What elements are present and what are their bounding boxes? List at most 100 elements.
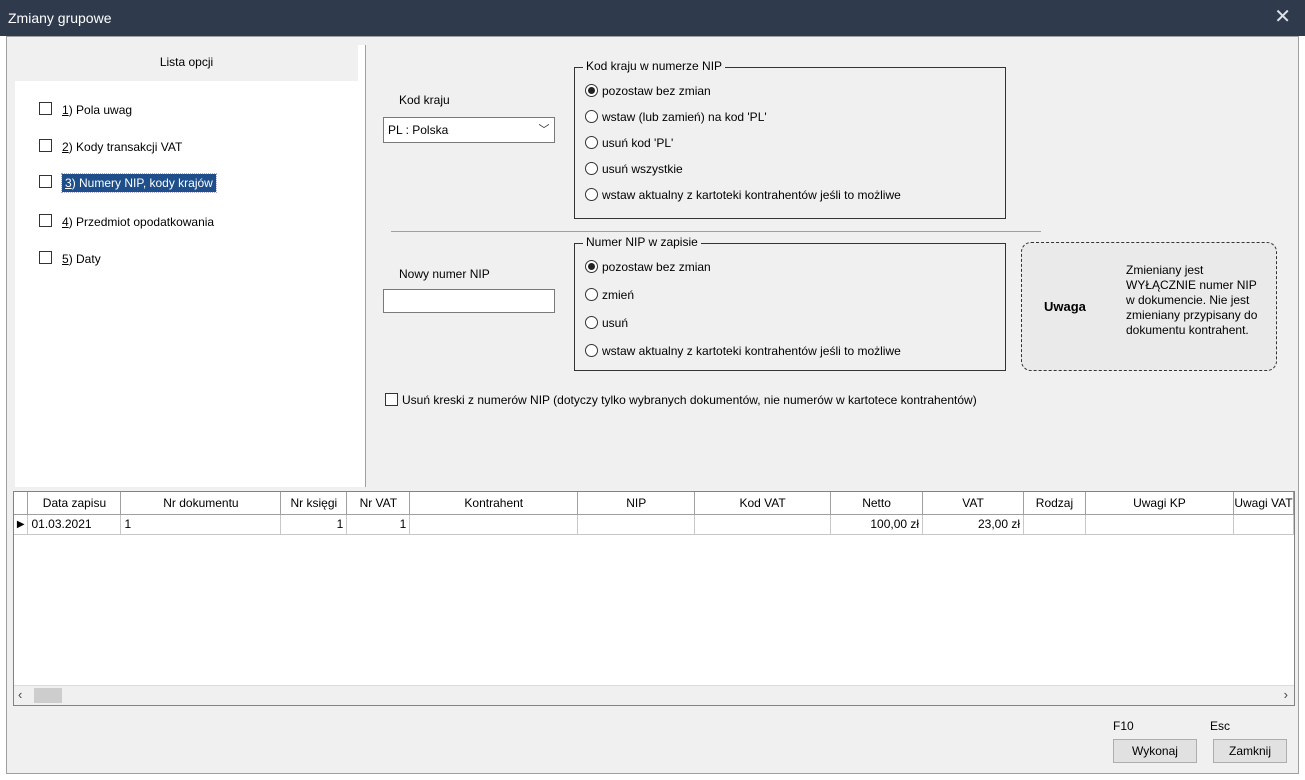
radio-country-remove-all[interactable]: usuń wszystkie bbox=[585, 160, 683, 178]
table-cell[interactable] bbox=[1085, 514, 1234, 535]
table-cell[interactable]: 1 bbox=[120, 514, 282, 535]
column-header[interactable]: Kontrahent bbox=[409, 492, 579, 515]
documents-grid[interactable]: Data zapisu Nr dokumentu Nr księgi Nr VA… bbox=[13, 491, 1295, 706]
radio-icon[interactable] bbox=[585, 84, 598, 98]
close-shortcut: Esc bbox=[1210, 719, 1231, 733]
note-title: Uwaga bbox=[1044, 299, 1086, 314]
table-row[interactable]: ▶ 01.03.2021 1 1 1 100,00 zł 23,00 zł bbox=[14, 514, 1294, 535]
radio-icon[interactable] bbox=[585, 316, 598, 330]
option-numery-nip[interactable]: 3) Numery NIP, kody krajów bbox=[39, 171, 220, 193]
option-checkbox[interactable] bbox=[39, 251, 52, 265]
table-header-row: Data zapisu Nr dokumentu Nr księgi Nr VA… bbox=[14, 492, 1294, 515]
title-bar: Zmiany grupowe ✕ bbox=[0, 0, 1305, 36]
nip-input[interactable] bbox=[383, 289, 555, 313]
radio-country-remove-pl[interactable]: usuń kod 'PL' bbox=[585, 134, 673, 152]
radio-icon[interactable] bbox=[585, 188, 598, 202]
radio-icon[interactable] bbox=[585, 344, 598, 358]
remove-dashes-checkbox[interactable]: Usuń kreski z numerów NIP (dotyczy tylko… bbox=[385, 393, 977, 407]
option-key: 3 bbox=[65, 175, 72, 190]
table-cell[interactable]: 100,00 zł bbox=[830, 514, 924, 535]
option-label: ) Numery NIP, kody krajów bbox=[71, 175, 213, 190]
radio-icon[interactable] bbox=[585, 110, 598, 124]
option-kody-transakcji-vat[interactable]: 2) Kody transakcji VAT bbox=[39, 135, 186, 157]
warning-note: Uwaga Zmieniany jest WYŁĄCZNIE numer NIP… bbox=[1021, 242, 1277, 371]
radio-label: zmień bbox=[602, 288, 635, 302]
table-cell[interactable]: 01.03.2021 bbox=[27, 514, 122, 535]
radio-nip-remove[interactable]: usuń bbox=[585, 314, 628, 332]
option-daty[interactable]: 5) Daty bbox=[39, 247, 105, 269]
column-header[interactable]: VAT bbox=[922, 492, 1024, 515]
option-key: 4 bbox=[62, 214, 69, 229]
country-select-value: PL : Polska bbox=[388, 123, 449, 137]
chevron-right-icon[interactable]: › bbox=[1284, 687, 1288, 702]
dialog-body: Lista opcji 1) Pola uwag 2) Kody transak… bbox=[6, 36, 1299, 774]
radio-icon[interactable] bbox=[585, 162, 598, 176]
radio-label: pozostaw bez zmian bbox=[602, 260, 711, 274]
close-icon[interactable]: ✕ bbox=[1274, 4, 1291, 29]
country-select[interactable]: PL : Polska ﹀ bbox=[383, 117, 555, 143]
option-label: ) Kody transakcji VAT bbox=[68, 139, 183, 154]
radio-nip-keep[interactable]: pozostaw bez zmian bbox=[585, 258, 711, 276]
radio-label: usuń kod 'PL' bbox=[602, 136, 674, 150]
column-header[interactable]: Data zapisu bbox=[27, 492, 122, 515]
radio-country-from-registry[interactable]: wstaw aktualny z kartoteki kontrahentów … bbox=[585, 186, 901, 204]
column-header[interactable]: Kod VAT bbox=[694, 492, 832, 515]
country-label: Kod kraju bbox=[399, 93, 450, 107]
table-cell[interactable] bbox=[1233, 514, 1294, 535]
column-header[interactable]: Netto bbox=[830, 492, 924, 515]
radio-label: wstaw aktualny z kartoteki kontrahentów … bbox=[602, 188, 901, 202]
nip-group-title: Numer NIP w zapisie bbox=[583, 235, 701, 249]
radio-country-insert-pl[interactable]: wstaw (lub zamień) na kod 'PL' bbox=[585, 108, 767, 126]
options-header: Lista opcji bbox=[15, 45, 358, 81]
radio-label: usuń wszystkie bbox=[602, 162, 683, 176]
option-checkbox[interactable] bbox=[39, 214, 52, 228]
window-title: Zmiany grupowe bbox=[8, 10, 112, 26]
column-header[interactable]: Uwagi VAT bbox=[1233, 492, 1294, 515]
radio-label: wstaw (lub zamień) na kod 'PL' bbox=[602, 110, 767, 124]
radio-icon[interactable] bbox=[585, 288, 598, 302]
section-divider bbox=[391, 231, 1041, 232]
table-cell[interactable] bbox=[1023, 514, 1086, 535]
option-przedmiot-opodatkowania[interactable]: 4) Przedmiot opodatkowania bbox=[39, 210, 218, 232]
radio-label: pozostaw bez zmian bbox=[602, 84, 711, 98]
option-key: 2 bbox=[62, 139, 69, 154]
table-cell[interactable]: 1 bbox=[346, 514, 411, 535]
column-header[interactable]: Nr dokumentu bbox=[120, 492, 282, 515]
option-key: 5 bbox=[62, 251, 69, 266]
column-header[interactable]: Rodzaj bbox=[1023, 492, 1086, 515]
option-checkbox[interactable] bbox=[39, 175, 52, 189]
radio-icon[interactable] bbox=[585, 136, 598, 150]
radio-nip-from-registry[interactable]: wstaw aktualny z kartoteki kontrahentów … bbox=[585, 342, 901, 360]
radio-nip-change[interactable]: zmień bbox=[585, 286, 634, 304]
table-cell[interactable]: 1 bbox=[280, 514, 348, 535]
column-header[interactable]: Nr księgi bbox=[280, 492, 348, 515]
option-pola-uwag[interactable]: 1) Pola uwag bbox=[39, 98, 136, 120]
column-header[interactable]: Nr VAT bbox=[346, 492, 411, 515]
options-list: Lista opcji 1) Pola uwag 2) Kody transak… bbox=[15, 45, 366, 487]
option-label: ) Pola uwag bbox=[68, 102, 133, 117]
radio-label: wstaw aktualny z kartoteki kontrahentów … bbox=[602, 344, 901, 358]
option-checkbox[interactable] bbox=[39, 139, 52, 153]
table-cell[interactable] bbox=[694, 514, 832, 535]
close-button[interactable]: Zamknij bbox=[1213, 739, 1287, 763]
radio-icon[interactable] bbox=[585, 260, 598, 274]
radio-country-keep[interactable]: pozostaw bez zmian bbox=[585, 82, 711, 100]
documents-table: Data zapisu Nr dokumentu Nr księgi Nr VA… bbox=[14, 492, 1294, 535]
option-key: 1 bbox=[62, 102, 69, 117]
horizontal-scrollbar[interactable]: ‹ › bbox=[14, 685, 1294, 705]
chevron-left-icon[interactable]: ‹ bbox=[18, 687, 22, 702]
checkbox-icon[interactable] bbox=[385, 393, 398, 407]
execute-button[interactable]: Wykonaj bbox=[1113, 739, 1197, 763]
column-header[interactable]: Uwagi KP bbox=[1085, 492, 1234, 515]
table-cell[interactable] bbox=[577, 514, 696, 535]
table-cell[interactable]: 23,00 zł bbox=[922, 514, 1024, 535]
option-checkbox[interactable] bbox=[39, 102, 52, 116]
current-row-icon: ▶ bbox=[14, 514, 29, 535]
column-header[interactable]: NIP bbox=[577, 492, 696, 515]
chevron-down-icon[interactable]: ﹀ bbox=[534, 118, 554, 142]
option-label: ) Daty bbox=[68, 251, 101, 266]
table-cell[interactable] bbox=[409, 514, 579, 535]
note-text: Zmieniany jest WYŁĄCZNIE numer NIP w dok… bbox=[1126, 263, 1258, 337]
remove-dashes-label: Usuń kreski z numerów NIP (dotyczy tylko… bbox=[402, 393, 977, 407]
scrollbar-thumb[interactable] bbox=[34, 688, 62, 703]
